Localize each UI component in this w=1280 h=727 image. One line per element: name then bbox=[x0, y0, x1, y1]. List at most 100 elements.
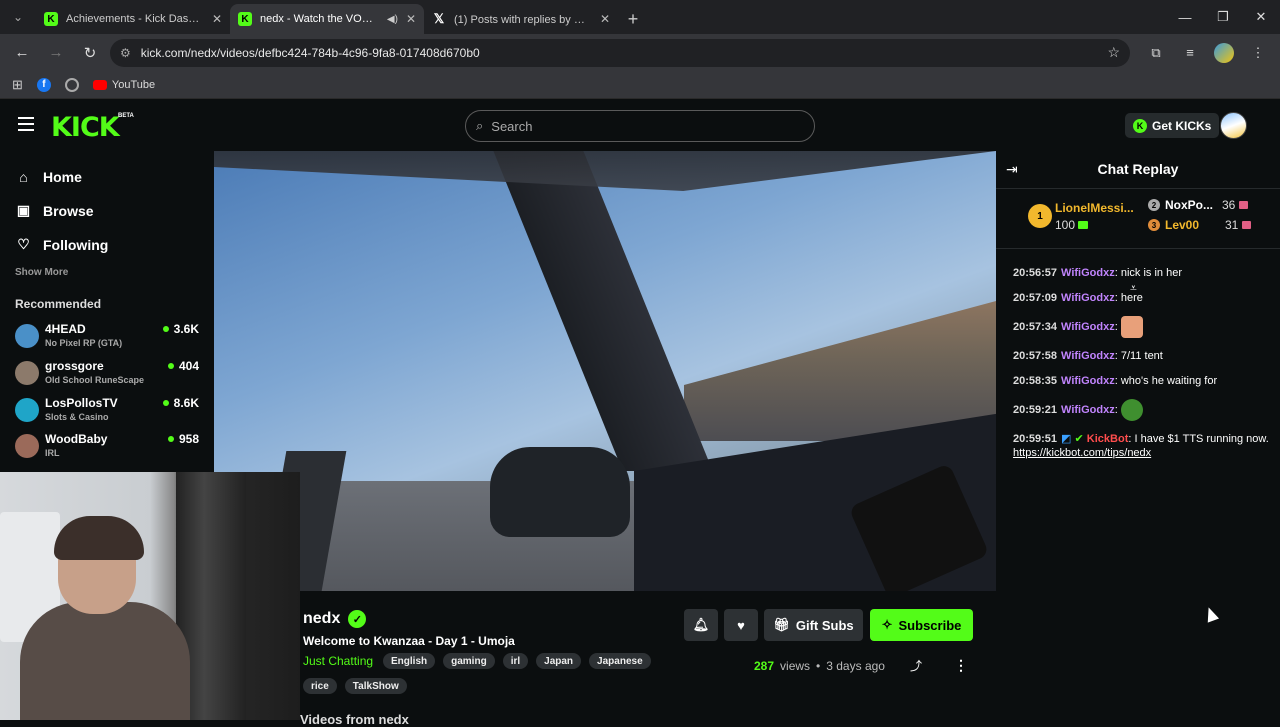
back-icon[interactable]: ← bbox=[8, 39, 36, 67]
message-user[interactable]: WifiGodxz bbox=[1061, 375, 1115, 387]
tab-x-posts[interactable]: 𝕏 (1) Posts with replies by ジョニー ✕ bbox=[424, 4, 618, 34]
message-user[interactable]: WifiGodxz bbox=[1061, 321, 1115, 333]
search-input[interactable]: ⌕ Search bbox=[465, 110, 815, 142]
more-options-icon[interactable]: ⋮ bbox=[954, 657, 968, 674]
notification-bell-button[interactable]: 🔔︎ bbox=[684, 609, 718, 641]
minimize-icon[interactable]: — bbox=[1166, 0, 1204, 34]
gift-leaderboard: 1 LionelMessi... 100 2 NoxPo... 36 3 Lev… bbox=[996, 189, 1280, 295]
chat-header: ⇥ Chat Replay bbox=[996, 151, 1280, 189]
sidebar-item-browse[interactable]: ▣ Browse bbox=[16, 202, 94, 219]
message-link[interactable]: https://kickbot.com/tips/nedx bbox=[1013, 447, 1151, 459]
globe-icon[interactable] bbox=[64, 77, 79, 92]
leader-name[interactable]: Lev00 bbox=[1165, 218, 1199, 232]
tag[interactable]: TalkShow bbox=[344, 678, 407, 694]
live-dot-icon bbox=[162, 326, 169, 332]
tab-nedx-vod[interactable]: K nedx - Watch the VOD on Kick ◀) ✕ bbox=[230, 4, 424, 34]
webcam-overlay bbox=[0, 472, 300, 720]
bookmark-star-icon[interactable]: ☆ bbox=[1107, 44, 1120, 61]
chat-message: 20:56:57 WifiGodxz: nick is in her bbox=[1013, 267, 1182, 279]
gift-subs-label: Gift Subs bbox=[795, 617, 854, 633]
tags-row: rice TalkShow bbox=[303, 678, 407, 694]
video-category-link[interactable]: Just Chatting bbox=[303, 654, 373, 668]
tag[interactable]: English bbox=[383, 653, 436, 669]
get-kicks-button[interactable]: K Get KICKs bbox=[1125, 113, 1220, 138]
tag[interactable]: gaming bbox=[443, 653, 495, 669]
kick-icon: K bbox=[44, 12, 58, 26]
close-icon[interactable]: ✕ bbox=[212, 12, 222, 26]
forward-icon[interactable]: → bbox=[42, 39, 70, 67]
recommended-channel[interactable]: 4HEAD No Pixel RP (GTA) 3.6K bbox=[15, 322, 199, 352]
leader-name[interactable]: LionelMessi... bbox=[1055, 201, 1134, 215]
tab-search-icon[interactable]: ⌄ bbox=[0, 0, 36, 34]
gift-subs-button[interactable]: 🎁︎ Gift Subs bbox=[764, 609, 863, 641]
recommended-channel[interactable]: WoodBaby IRL 958 bbox=[15, 432, 199, 462]
maximize-icon[interactable]: ❐ bbox=[1204, 0, 1242, 34]
follow-heart-button[interactable]: ♥ bbox=[724, 609, 758, 641]
message-text: I have $1 TTS running now. bbox=[1134, 433, 1269, 445]
silver-medal-icon: 2 bbox=[1148, 199, 1160, 211]
extensions-icon[interactable]: ⧉ bbox=[1142, 39, 1170, 67]
channel-category: IRL bbox=[45, 448, 60, 458]
kick-icon: K bbox=[238, 12, 252, 26]
leader-name[interactable]: NoxPo... bbox=[1165, 198, 1213, 212]
message-user[interactable]: WifiGodxz bbox=[1061, 350, 1115, 362]
media-control-icon[interactable]: ≡ bbox=[1176, 39, 1204, 67]
speaker-icon[interactable]: ◀) bbox=[387, 14, 398, 25]
tab-title: (1) Posts with replies by ジョニー bbox=[454, 14, 592, 26]
share-icon[interactable]: ⤴ bbox=[910, 657, 922, 674]
avatar bbox=[15, 434, 39, 458]
address-bar[interactable]: ⚙ kick.com/nedx/videos/defbc424-784b-4c9… bbox=[110, 38, 1130, 67]
sidebar-item-home[interactable]: ⌂ Home bbox=[16, 169, 82, 185]
recommended-channel[interactable]: LosPollosTV Slots & Casino 8.6K bbox=[15, 396, 199, 426]
close-window-icon[interactable]: ✕ bbox=[1242, 0, 1280, 34]
message-user[interactable]: KickBot bbox=[1087, 433, 1129, 445]
channel-name[interactable]: nedx bbox=[303, 610, 340, 628]
site-info-icon[interactable]: ⚙ bbox=[120, 46, 131, 60]
new-tab-icon[interactable]: + bbox=[618, 4, 648, 34]
tag[interactable]: Japan bbox=[536, 653, 582, 669]
video-age: 3 days ago bbox=[826, 659, 885, 673]
verified-badge-icon: ✔ bbox=[1074, 433, 1084, 445]
url-text[interactable]: kick.com/nedx/videos/defbc424-784b-4c96-… bbox=[141, 46, 1098, 60]
channel-name: WoodBaby bbox=[45, 432, 108, 446]
gold-medal-icon: 1 bbox=[1028, 204, 1052, 228]
user-avatar[interactable] bbox=[1220, 112, 1247, 139]
bookmark-youtube[interactable]: YouTube bbox=[92, 79, 155, 91]
recommended-heading: Recommended bbox=[15, 297, 102, 311]
chat-message: 20:57:34 WifiGodxz: bbox=[1013, 316, 1273, 338]
kick-logo[interactable]: KICK bbox=[51, 112, 120, 143]
site-header: KICK BETA ⌕ Search K Get KICKs bbox=[0, 100, 1280, 151]
channel-name: grossgore bbox=[45, 359, 104, 373]
facebook-icon[interactable]: f bbox=[36, 77, 51, 92]
subscribe-button[interactable]: ✧ Subscribe bbox=[870, 609, 973, 641]
message-text: here bbox=[1120, 292, 1143, 304]
search-placeholder: Search bbox=[491, 118, 533, 134]
message-user[interactable]: WifiGodxz bbox=[1061, 267, 1115, 279]
tag[interactable]: irl bbox=[502, 653, 529, 669]
menu-kebab-icon[interactable]: ⋮ bbox=[1244, 39, 1272, 67]
reload-icon[interactable]: ↻ bbox=[76, 39, 104, 67]
message-user[interactable]: WifiGodxz bbox=[1061, 292, 1115, 304]
window-controls: — ❐ ✕ bbox=[1166, 0, 1280, 34]
video-player[interactable] bbox=[214, 151, 996, 591]
chat-title: Chat Replay bbox=[1097, 161, 1179, 177]
leader-score: 100 bbox=[1055, 218, 1089, 232]
channel-name-row[interactable]: nedx ✓ bbox=[303, 610, 367, 628]
tab-achievements[interactable]: K Achievements - Kick Dashboard ✕ bbox=[36, 4, 230, 34]
recommended-channel[interactable]: grossgore Old School RuneScape 404 bbox=[15, 359, 199, 389]
bronze-medal-icon: 3 bbox=[1148, 219, 1160, 231]
sidebar-item-following[interactable]: ♡ Following bbox=[16, 236, 108, 253]
show-more-link[interactable]: Show More bbox=[15, 267, 68, 278]
apps-grid-icon[interactable]: ⊞ bbox=[12, 77, 23, 93]
views-label: views bbox=[780, 659, 811, 673]
close-icon[interactable]: ✕ bbox=[600, 12, 610, 26]
tab-title: nedx - Watch the VOD on Kick bbox=[260, 13, 379, 25]
bookmarks-bar: ⊞ f YouTube bbox=[0, 71, 1280, 99]
profile-icon[interactable] bbox=[1210, 39, 1238, 67]
browser-toolbar: ← → ↻ ⚙ kick.com/nedx/videos/defbc424-78… bbox=[0, 34, 1280, 71]
message-user[interactable]: WifiGodxz bbox=[1061, 404, 1115, 416]
close-icon[interactable]: ✕ bbox=[406, 12, 416, 26]
tag[interactable]: rice bbox=[303, 678, 337, 694]
hamburger-menu-icon[interactable] bbox=[18, 117, 34, 131]
tag[interactable]: Japanese bbox=[589, 653, 651, 669]
